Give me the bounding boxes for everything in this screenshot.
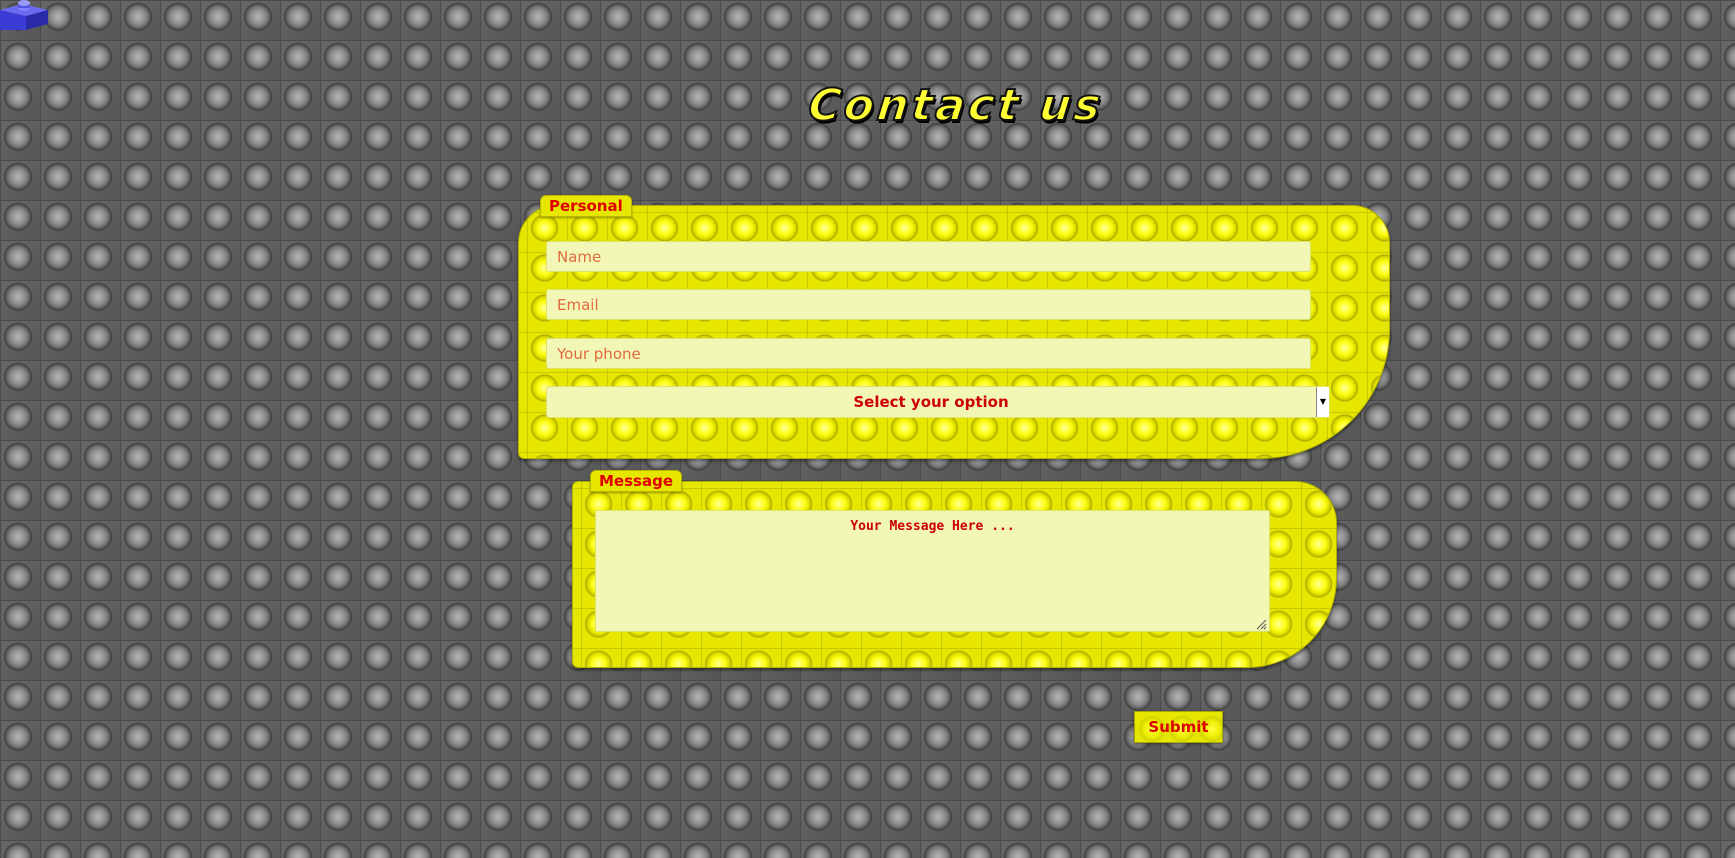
email-input[interactable] (546, 289, 1311, 320)
chevron-down-icon[interactable]: ▼ (1316, 387, 1329, 417)
blue-brick-icon (0, 0, 48, 30)
submit-button[interactable]: Submit (1134, 711, 1223, 743)
personal-legend: Personal (540, 195, 632, 217)
option-select[interactable]: Select your option ▼ (546, 386, 1330, 418)
page-title: Contact us (805, 79, 1107, 132)
resize-handle-icon[interactable] (1256, 619, 1267, 630)
phone-input[interactable] (546, 338, 1311, 369)
name-input[interactable] (546, 241, 1311, 272)
option-select-value: Select your option (853, 393, 1009, 411)
message-legend: Message (590, 470, 682, 492)
message-textarea[interactable]: Your Message Here ... (595, 510, 1270, 632)
